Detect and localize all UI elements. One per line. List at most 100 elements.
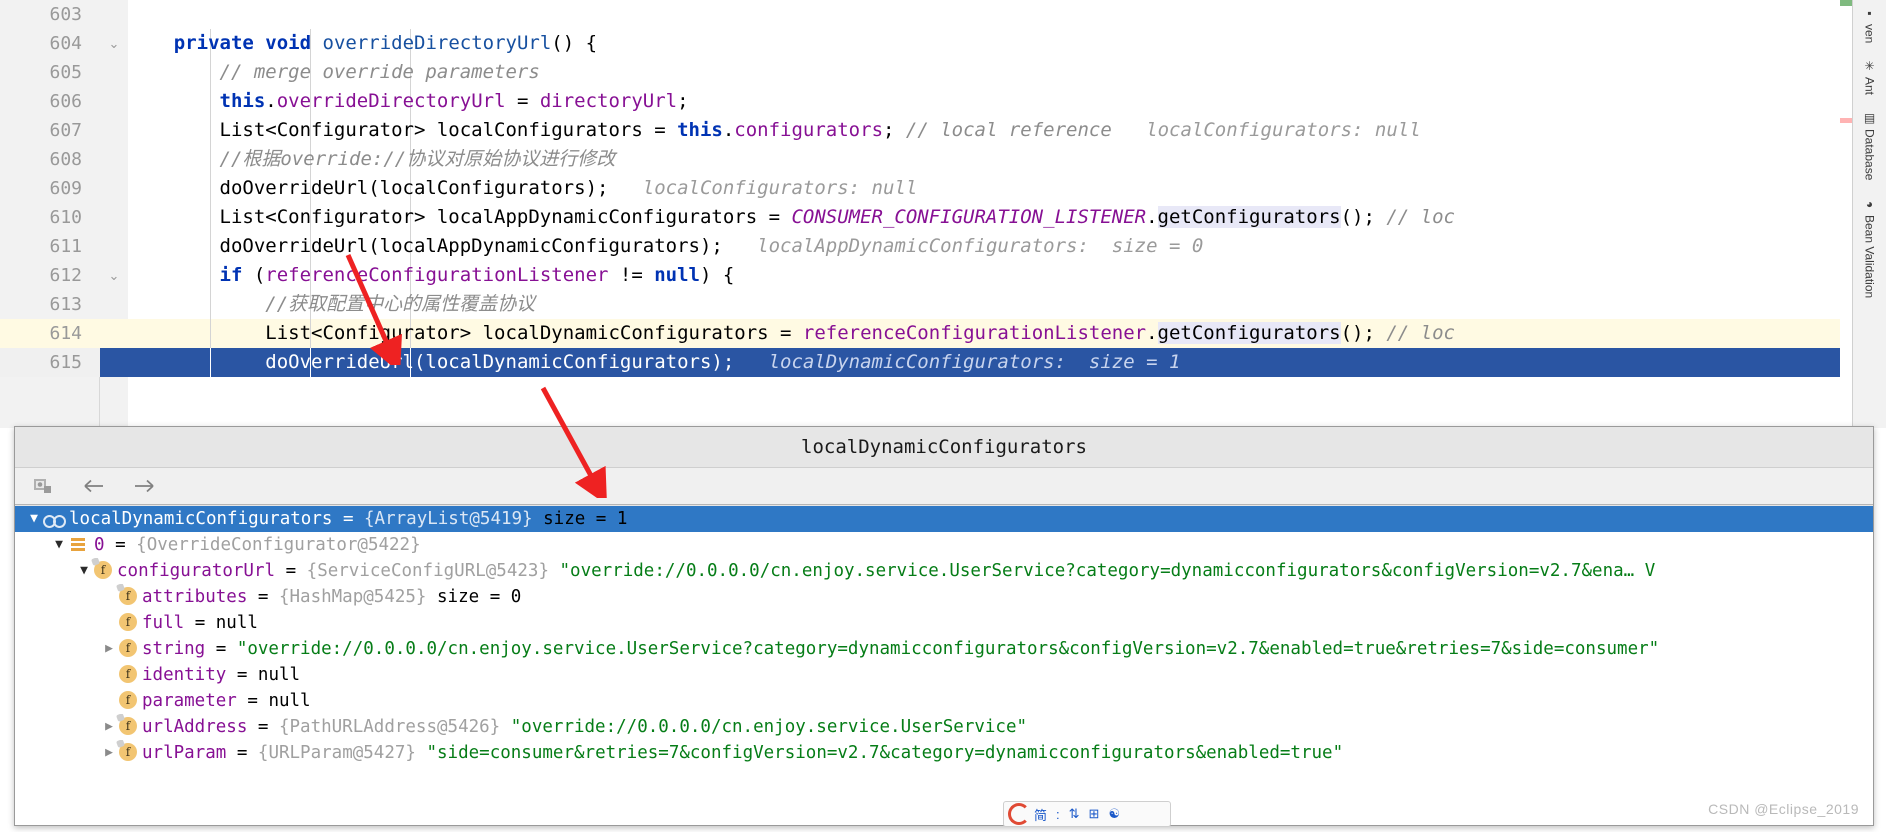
line-code: private void overrideDirectoryUrl() { xyxy=(128,29,597,58)
tree-row[interactable]: ·fparameter = null xyxy=(15,688,1873,714)
ime-item[interactable]: ☯ xyxy=(1108,806,1120,822)
ime-item[interactable]: ⇅ xyxy=(1069,806,1080,822)
private-field-icon: f xyxy=(118,717,138,737)
variable-type: {OverrideConfigurator@5422} xyxy=(136,535,421,555)
code-token: //根据override://协议对原始协议进行修改 xyxy=(219,148,616,170)
code-token: localAppDynamicConfigurators: size = 0 xyxy=(722,235,1204,257)
variable-value: size = 1 xyxy=(532,509,628,529)
tool-tab-bean-validation[interactable]: ◕ Bean Validation xyxy=(1863,191,1877,308)
expand-arrow-placeholder: · xyxy=(100,584,118,610)
line-number: 604 xyxy=(0,29,100,58)
editor-line[interactable]: 614 List<Configurator> localDynamicConfi… xyxy=(0,319,1886,348)
variable-name: string xyxy=(142,639,206,659)
editor-line[interactable]: 611 doOverrideUrl(localAppDynamicConfigu… xyxy=(0,232,1886,261)
variable-tree[interactable]: ▼ localDynamicConfigurators = {ArrayList@… xyxy=(15,506,1873,825)
tool-tab-database[interactable]: ▤ Database xyxy=(1863,105,1877,190)
line-code: //根据override://协议对原始协议进行修改 xyxy=(128,145,616,174)
variable-name: configuratorUrl xyxy=(117,561,276,581)
editor-line[interactable]: 610 List<Configurator> localAppDynamicCo… xyxy=(0,203,1886,232)
line-code: List<Configurator> localConfigurators = … xyxy=(128,116,1421,145)
expand-arrow-closed-icon[interactable]: ▶ xyxy=(100,636,118,662)
tree-row[interactable]: ·fattributes = {HashMap@5425} size = 0 xyxy=(15,584,1873,610)
variable-inspect-popup[interactable]: localDynamicConfigurators ▼ localDynamic… xyxy=(14,426,1874,827)
expand-arrow-open-icon[interactable]: ▼ xyxy=(25,506,43,532)
code-token: getConfigurators xyxy=(1157,322,1341,344)
line-number: 605 xyxy=(0,58,100,87)
right-tool-strip[interactable]: ▪ ven ✳ Ant ▤ Database ◕ Bean Validation xyxy=(1852,0,1886,428)
ime-status-bar[interactable]: 简 : ⇅ ⊞ ☯ xyxy=(1003,801,1171,827)
line-number: 610 xyxy=(0,203,100,232)
code-editor[interactable]: 603 604 ⌄ private void overrideDirectoryUr… xyxy=(0,0,1886,428)
ant-icon: ✳ xyxy=(1862,59,1877,74)
line-code: if (referenceConfigurationListener != nu… xyxy=(128,261,735,290)
code-token: = xyxy=(505,90,540,112)
back-button[interactable] xyxy=(81,473,107,499)
line-number: 603 xyxy=(0,0,100,29)
equals-sign: = xyxy=(226,743,258,763)
editor-line[interactable]: 612 ⌄ if (referenceConfigurationListener … xyxy=(0,261,1886,290)
tree-row[interactable]: ·ffull = null xyxy=(15,610,1873,636)
fold-marker[interactable]: ⌄ xyxy=(100,261,128,290)
ime-item[interactable]: : xyxy=(1056,807,1060,822)
tree-row[interactable]: ▼ 0 = {OverrideConfigurator@5422} xyxy=(15,532,1873,558)
expand-arrow-open-icon[interactable]: ▼ xyxy=(75,558,93,584)
tree-row[interactable]: ▼ f configuratorUrl = {ServiceConfigURL@54… xyxy=(15,558,1873,584)
code-token: ( xyxy=(242,264,266,286)
popup-toolbar[interactable] xyxy=(15,467,1873,505)
code-token: localDynamicConfigurators: size = 1 xyxy=(734,351,1181,373)
tree-row[interactable]: ▶ f urlAddress = {PathURLAddress@5426} "ov… xyxy=(15,714,1873,740)
editor-lines: 603 604 ⌄ private void overrideDirectoryUr… xyxy=(0,0,1886,377)
editor-scrollbar-track[interactable] xyxy=(1840,0,1852,428)
line-code: doOverrideUrl(localDynamicConfigurators)… xyxy=(128,348,1180,377)
forward-button[interactable] xyxy=(131,473,157,499)
tree-row[interactable]: ▶ f urlParam = {URLParam@5427} "side=consu… xyxy=(15,740,1873,766)
editor-line[interactable]: 604 ⌄ private void overrideDirectoryUrl()… xyxy=(0,29,1886,58)
editor-line[interactable]: 615 doOverrideUrl(localDynamicConfigurat… xyxy=(0,348,1886,377)
editor-line[interactable]: 606 this.overrideDirectoryUrl = director… xyxy=(0,87,1886,116)
field-icon: f xyxy=(118,639,138,659)
variable-name: urlParam xyxy=(142,743,227,763)
variable-name: full xyxy=(142,613,185,633)
editor-line[interactable]: 605 // merge override parameters xyxy=(0,58,1886,87)
ime-item[interactable]: ⊞ xyxy=(1089,806,1100,822)
expand-arrow-open-icon[interactable]: ▼ xyxy=(50,532,68,558)
variable-type: {URLParam@5427} xyxy=(257,743,416,763)
ime-item[interactable]: 简 xyxy=(1034,805,1047,824)
fold-marker[interactable]: ⌄ xyxy=(100,29,128,58)
variable-value: "override://0.0.0.0/cn.enjoy.service.Use… xyxy=(236,639,1660,659)
code-token: // local reference xyxy=(905,119,1112,141)
code-token: CONSUMER_CONFIGURATION_LISTENER xyxy=(791,206,1147,228)
editor-line[interactable]: 607 List<Configurator> localConfigurator… xyxy=(0,116,1886,145)
code-token: localConfigurators: null xyxy=(1111,119,1421,141)
line-number: 608 xyxy=(0,145,100,174)
code-token: this xyxy=(677,119,723,141)
expand-arrow-closed-icon[interactable]: ▶ xyxy=(100,740,118,766)
tree-row[interactable]: ▶ f string = "override://0.0.0.0/cn.enjoy.… xyxy=(15,636,1873,662)
code-token: this xyxy=(219,90,266,112)
tool-tab-maven[interactable]: ▪ ven xyxy=(1863,0,1877,53)
equals-sign: = xyxy=(247,587,279,607)
popup-title: localDynamicConfigurators xyxy=(15,427,1873,467)
variable-name: parameter xyxy=(142,691,237,711)
editor-line[interactable]: 608 //根据override://协议对原始协议进行修改 xyxy=(0,145,1886,174)
editor-line[interactable]: 609 doOverrideUrl(localConfigurators); l… xyxy=(0,174,1886,203)
variable-type: {ArrayList@5419} xyxy=(364,509,533,529)
copy-value-button[interactable] xyxy=(31,473,57,499)
editor-line[interactable]: 603 xyxy=(0,0,1886,29)
tool-tab-ant[interactable]: ✳ Ant xyxy=(1863,53,1877,105)
expand-arrow-closed-icon[interactable]: ▶ xyxy=(100,714,118,740)
equals-sign: = xyxy=(275,561,307,581)
editor-line[interactable]: 613 //获取配置中心的属性覆盖协议 xyxy=(0,290,1886,319)
code-token: // loc xyxy=(1386,206,1455,228)
code-token: configurators xyxy=(734,119,884,141)
tree-row[interactable]: ·fidentity = null xyxy=(15,662,1873,688)
equals-sign: = xyxy=(332,509,365,529)
equals-sign: = xyxy=(226,665,258,685)
tree-row[interactable]: ▼ localDynamicConfigurators = {ArrayList@… xyxy=(15,506,1873,532)
